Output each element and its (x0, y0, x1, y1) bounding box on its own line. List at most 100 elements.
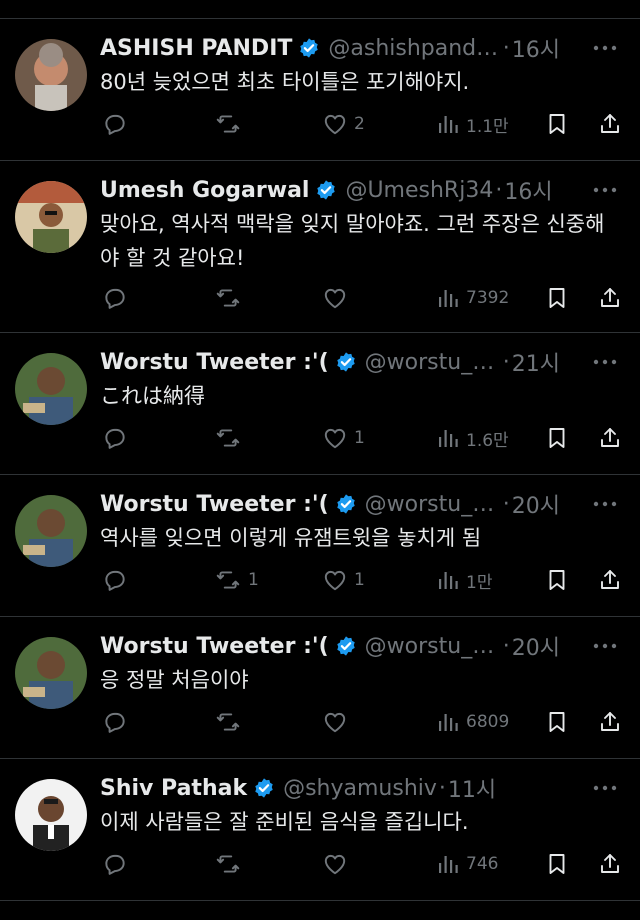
like-icon (324, 570, 346, 591)
avatar[interactable] (15, 181, 87, 253)
views-icon (439, 572, 458, 589)
separator: · (502, 349, 510, 375)
tweet[interactable]: Shiv Pathak @shyamushiv · 11시 이제 사람들은 잘 … (0, 759, 640, 901)
author-name[interactable]: Worstu Tweeter :'( (100, 492, 329, 517)
share-icon (601, 288, 619, 307)
author-handle[interactable]: @worstu_twee... (365, 634, 501, 659)
tweet[interactable]: Umesh Gogarwal @UmeshRj34 · 16시 맞아요, 역사적… (0, 161, 640, 333)
author-handle[interactable]: @ashishpand29... (328, 36, 500, 61)
more-icon[interactable] (590, 631, 620, 661)
share-button[interactable] (598, 705, 622, 739)
share-button[interactable] (598, 107, 622, 141)
bookmark-button[interactable] (545, 563, 569, 597)
more-icon[interactable] (590, 773, 620, 803)
tweet[interactable]: Worstu Tweeter :'( @worstu_twee... · 21시… (0, 333, 640, 475)
reply-icon (105, 712, 125, 733)
more-icon[interactable] (590, 489, 620, 519)
like-count: 1 (354, 570, 365, 590)
bookmark-button[interactable] (545, 107, 569, 141)
retweet-button[interactable] (214, 107, 248, 141)
like-button[interactable]: 1 (322, 421, 365, 455)
retweet-button[interactable]: 1 (214, 563, 259, 597)
views-button[interactable]: 1.6만 (436, 421, 509, 455)
verified-badge-icon (255, 778, 273, 798)
bookmark-button[interactable] (545, 847, 569, 881)
views-button[interactable]: 7392 (436, 281, 509, 315)
share-icon (601, 570, 619, 589)
timestamp[interactable]: 11시 (448, 773, 496, 803)
author-handle[interactable]: @shyamushiv (283, 776, 437, 801)
avatar[interactable] (15, 39, 87, 111)
views-button[interactable]: 746 (436, 847, 498, 881)
share-button[interactable] (598, 421, 622, 455)
like-count: 2 (354, 114, 365, 134)
bookmark-icon (549, 712, 565, 732)
author-name[interactable]: ASHISH PANDIT (100, 36, 292, 61)
bookmark-button[interactable] (545, 281, 569, 315)
reply-button[interactable] (102, 847, 134, 881)
bookmark-icon (549, 288, 565, 308)
avatar[interactable] (15, 779, 87, 851)
tweet[interactable]: Worstu Tweeter :'( @worstu_twee... · 20시… (0, 475, 640, 617)
author-handle[interactable]: @worstu_twee... (365, 350, 501, 375)
tweet[interactable]: Worstu Tweeter :'( @worstu_twee... · 20시… (0, 617, 640, 759)
author-name[interactable]: Worstu Tweeter :'( (100, 350, 329, 375)
bookmark-icon (549, 570, 565, 590)
bookmark-button[interactable] (545, 421, 569, 455)
views-button[interactable]: 1만 (436, 563, 492, 597)
timestamp[interactable]: 21시 (512, 347, 560, 377)
like-button[interactable]: 2 (322, 107, 365, 141)
separator: · (502, 491, 510, 517)
separator: · (502, 35, 510, 61)
author-name[interactable]: Shiv Pathak (100, 776, 247, 801)
retweet-button[interactable] (214, 705, 248, 739)
author-handle[interactable]: @worstu_twee... (365, 492, 501, 517)
like-button[interactable] (322, 705, 354, 739)
timestamp[interactable]: 20시 (512, 489, 560, 519)
like-button[interactable]: 1 (322, 563, 365, 597)
verified-badge-icon (336, 352, 355, 372)
tweet-text: 맞아요, 역사적 맥락을 잊지 말아야죠. 그런 주장은 신중해야 할 것 같아… (100, 212, 605, 270)
more-icon[interactable] (590, 175, 620, 205)
retweet-button[interactable] (214, 847, 248, 881)
separator: · (495, 177, 503, 203)
like-button[interactable] (322, 847, 354, 881)
view-count: 746 (466, 854, 499, 874)
reply-button[interactable] (102, 107, 134, 141)
share-button[interactable] (598, 847, 622, 881)
author-handle[interactable]: @UmeshRj34 (345, 178, 493, 203)
tweet-text: 80년 늦었으면 최초 타이틀은 포기해야지. (100, 70, 470, 94)
retweet-icon (216, 571, 240, 589)
author-name[interactable]: Worstu Tweeter :'( (100, 634, 329, 659)
timestamp[interactable]: 20시 (512, 631, 560, 661)
author-name[interactable]: Umesh Gogarwal (100, 178, 309, 203)
more-icon[interactable] (590, 347, 620, 377)
tweet[interactable]: ASHISH PANDIT @ashishpand29... · 16시 80년… (0, 19, 640, 161)
like-icon (324, 712, 346, 733)
avatar[interactable] (15, 353, 87, 425)
share-button[interactable] (598, 281, 622, 315)
timestamp[interactable]: 16시 (512, 33, 560, 63)
share-button[interactable] (598, 563, 622, 597)
view-count: 6809 (466, 712, 510, 732)
reply-button[interactable] (102, 705, 134, 739)
reply-button[interactable] (102, 563, 134, 597)
reply-button[interactable] (102, 281, 134, 315)
like-icon (324, 288, 346, 309)
views-button[interactable]: 6809 (436, 705, 509, 739)
reply-button[interactable] (102, 421, 134, 455)
more-icon[interactable] (590, 33, 620, 63)
share-icon (601, 428, 619, 447)
avatar[interactable] (15, 495, 87, 567)
bookmark-button[interactable] (545, 705, 569, 739)
retweet-icon (216, 429, 240, 447)
reply-icon (105, 288, 125, 309)
avatar[interactable] (15, 637, 87, 709)
retweet-button[interactable] (214, 421, 248, 455)
share-icon (601, 854, 619, 873)
retweet-icon (216, 115, 240, 133)
retweet-button[interactable] (214, 281, 248, 315)
views-button[interactable]: 1.1만 (436, 107, 509, 141)
like-button[interactable] (322, 281, 354, 315)
timestamp[interactable]: 16시 (504, 175, 552, 205)
